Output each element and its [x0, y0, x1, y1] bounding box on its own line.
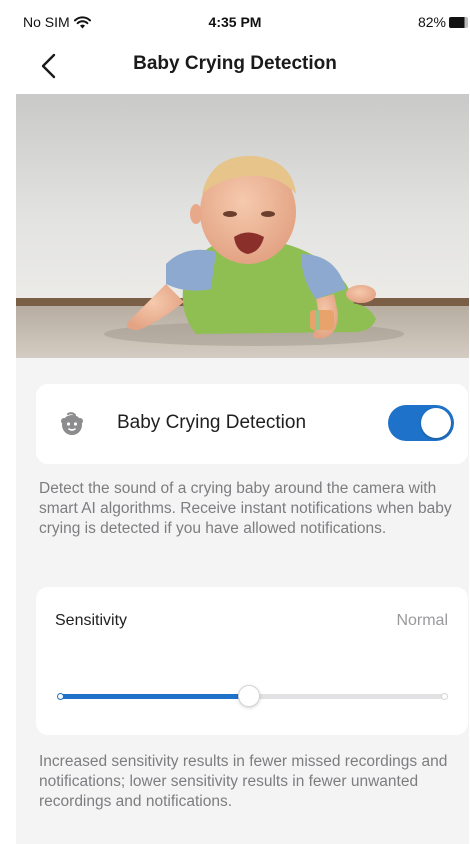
detection-toggle[interactable]	[388, 405, 454, 441]
battery-icon	[449, 16, 468, 28]
battery-percent: 82%	[417, 14, 446, 30]
baby-illustration	[16, 94, 469, 358]
status-time: 4:35 PM	[208, 14, 262, 30]
sensitivity-note: Increased sensitivity results in fewer m…	[39, 753, 448, 810]
slider-fill	[58, 694, 249, 699]
sensitivity-card: Sensitivity Normal	[36, 587, 468, 735]
baby-photo	[16, 94, 469, 358]
sensitivity-label: Sensitivity	[55, 612, 128, 629]
nav-bar: Baby Crying Detection	[0, 40, 470, 94]
baby-crying-detection-card: Baby Crying Detection	[36, 384, 468, 464]
status-right: 82%	[418, 14, 468, 30]
toggle-knob	[421, 408, 451, 438]
page-title: Baby Crying Detection	[133, 53, 337, 74]
slider-min-dot	[57, 693, 64, 700]
slider-thumb[interactable]	[237, 685, 260, 707]
detection-description: Detect the sound of a crying baby around…	[39, 480, 452, 537]
baby-face-icon	[61, 412, 83, 435]
detection-label: Baby Crying Detection	[117, 412, 307, 433]
status-bar: No SIM 4:35 PM 82%	[0, 0, 470, 40]
slider-max-dot	[441, 693, 448, 700]
sensitivity-slider[interactable]	[57, 685, 448, 707]
sensitivity-value: Normal	[396, 612, 448, 629]
